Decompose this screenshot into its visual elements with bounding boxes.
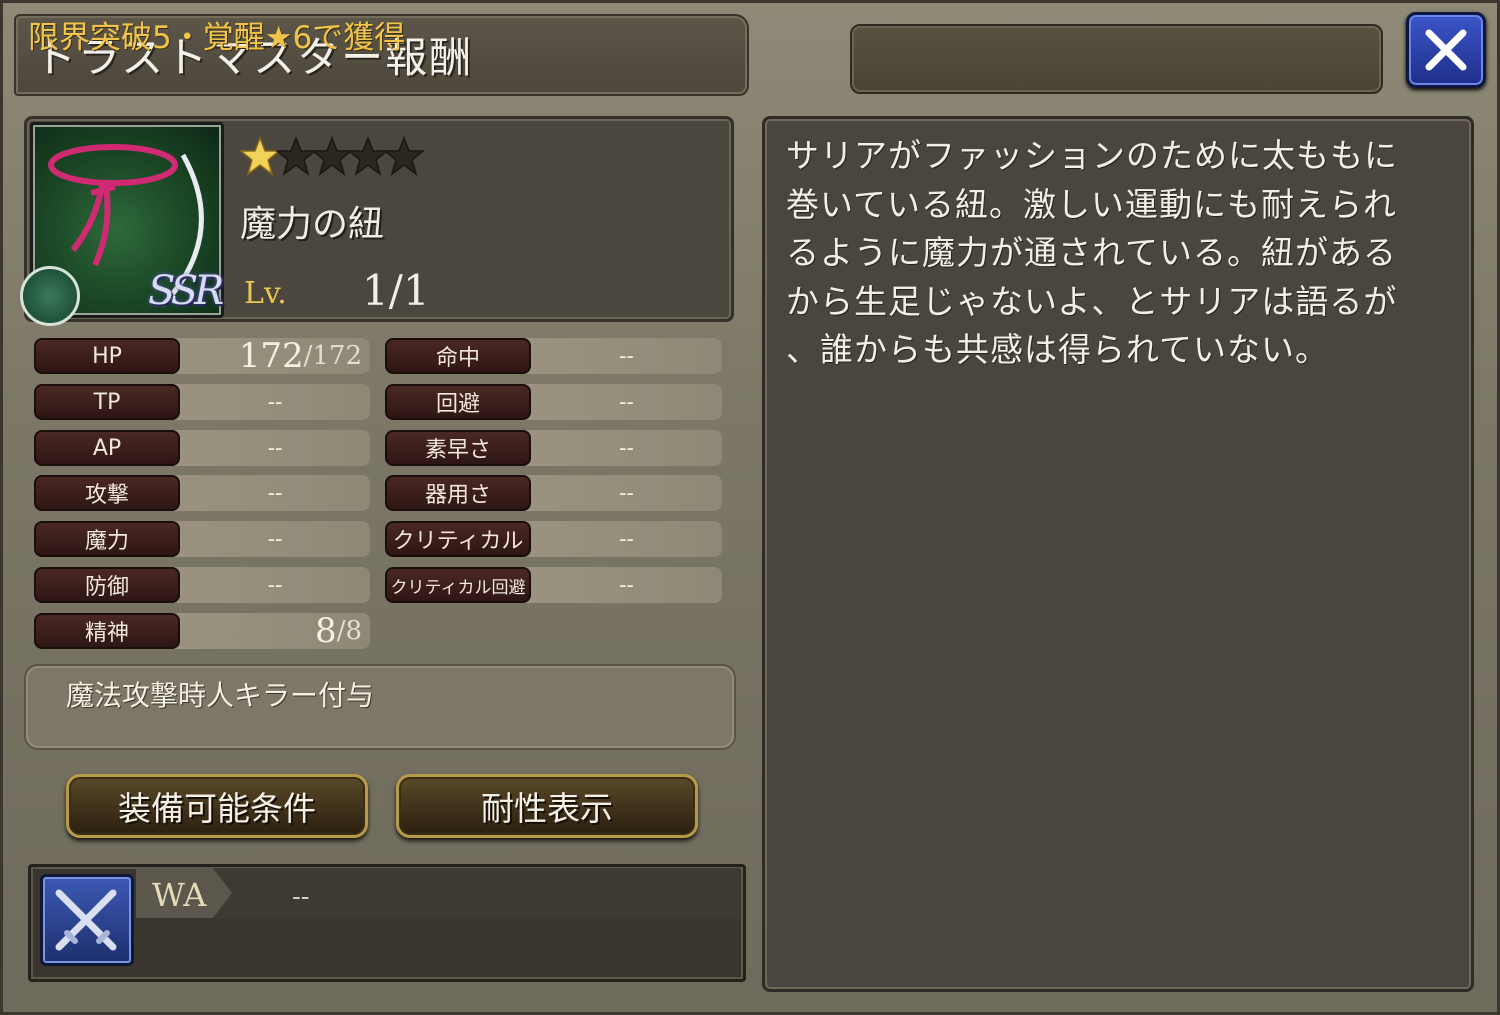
- stat-value: --: [619, 389, 634, 415]
- star-empty-icon: [310, 135, 354, 176]
- stat-row-critical: クリティカル --: [385, 521, 722, 557]
- resistance-button[interactable]: 耐性表示: [396, 774, 698, 838]
- stat-row-critical-evasion: クリティカル回避 --: [385, 567, 722, 603]
- unlock-condition-text: 限界突破5・覚醒★6で獲得: [28, 20, 406, 56]
- wa-icon-slot[interactable]: [40, 874, 134, 966]
- star-empty-icon: [346, 135, 390, 176]
- stat-label: 器用さ: [385, 475, 531, 511]
- stat-label: 素早さ: [385, 430, 531, 466]
- stat-row-ap: AP --: [34, 430, 370, 466]
- gem-badge-icon: [20, 266, 80, 326]
- star-empty-icon: [274, 135, 318, 176]
- stat-row-speed: 素早さ --: [385, 430, 722, 466]
- stat-value: --: [267, 480, 283, 506]
- stat-row-magic: 魔力 --: [34, 521, 370, 557]
- stat-value: --: [619, 572, 634, 598]
- stat-value: --: [619, 343, 634, 369]
- close-button[interactable]: [1406, 12, 1486, 88]
- level-value: 1/1: [362, 266, 430, 315]
- stat-label: TP: [34, 384, 180, 420]
- stat-value: --: [267, 389, 283, 415]
- stat-row-evasion: 回避 --: [385, 384, 722, 420]
- stat-label: 魔力: [34, 521, 180, 557]
- stat-value: --: [267, 435, 283, 461]
- crossed-swords-icon: [55, 889, 117, 951]
- item-description: サリアがファッションのために太ももに 巻いている紐。激しい運動にも耐えられ るよ…: [786, 136, 1398, 369]
- stat-row-tp: TP --: [34, 384, 370, 420]
- star-empty-icon: [382, 135, 426, 176]
- star-filled-icon: [238, 135, 282, 176]
- stat-row-dexterity: 器用さ --: [385, 475, 722, 511]
- stat-row-spirit: 精神 8/8: [34, 611, 370, 651]
- stat-value: --: [619, 435, 634, 461]
- close-icon: [1425, 29, 1467, 71]
- rarity-label: SSR: [148, 268, 224, 314]
- star-rating: [238, 135, 426, 180]
- stat-value: --: [267, 526, 283, 552]
- stat-row-accuracy: 命中 --: [385, 338, 722, 374]
- stat-row-hp: HP 172/172: [34, 336, 370, 376]
- stat-value: --: [267, 572, 283, 598]
- stat-value: --: [619, 526, 634, 552]
- stat-value: 8/8: [315, 611, 362, 651]
- stat-row-defense: 防御 --: [34, 567, 370, 603]
- stat-label: クリティカル: [385, 521, 531, 557]
- stat-label: 命中: [385, 338, 531, 374]
- level-label: Lv.: [244, 276, 287, 311]
- stat-value: --: [619, 480, 634, 506]
- stat-value: 172/172: [238, 336, 362, 376]
- stat-label: 防御: [34, 567, 180, 603]
- unlock-condition-plate: [850, 24, 1383, 94]
- stat-label: 精神: [34, 613, 180, 649]
- stat-label: HP: [34, 338, 180, 374]
- effect-text: 魔法攻撃時人キラー付与: [66, 679, 375, 712]
- item-name: 魔力の紐: [240, 204, 385, 245]
- stat-label: AP: [34, 430, 180, 466]
- wa-value: --: [292, 882, 310, 912]
- stat-label: 攻撃: [34, 475, 180, 511]
- stat-label: 回避: [385, 384, 531, 420]
- stat-label: クリティカル回避: [385, 567, 531, 603]
- stat-row-attack: 攻撃 --: [34, 475, 370, 511]
- wa-label: WA: [152, 876, 207, 914]
- equip-conditions-button[interactable]: 装備可能条件: [66, 774, 368, 838]
